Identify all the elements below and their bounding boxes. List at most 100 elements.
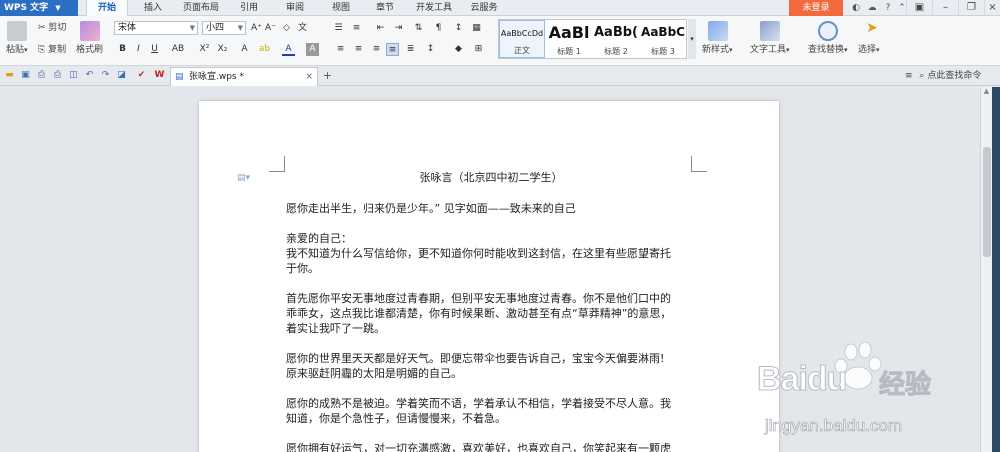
strikethrough-icon[interactable]: AB <box>168 43 188 56</box>
align-right-icon[interactable]: ≡ <box>370 43 383 56</box>
save-icon[interactable]: ▣ <box>20 70 31 81</box>
paste-button[interactable]: 粘贴▾ <box>6 44 28 56</box>
distributed-icon[interactable]: ≣ <box>404 43 417 56</box>
open-folder-icon[interactable]: ▬ <box>4 70 15 81</box>
format-painter-icon[interactable] <box>80 21 100 41</box>
tab-sections[interactable]: 章节 <box>370 0 400 16</box>
scroll-up-icon[interactable]: ▲ <box>981 87 992 95</box>
grow-font-icon[interactable]: A⁺ <box>250 22 263 35</box>
text-tools-button[interactable]: 文字工具▾ <box>750 44 790 56</box>
line-spacing-icon[interactable]: ↕ <box>452 22 465 35</box>
char-shading-icon[interactable]: A <box>306 43 319 56</box>
font-name-select[interactable]: 宋体 ▼ <box>114 21 198 35</box>
close-icon[interactable]: × <box>305 68 313 86</box>
document-line[interactable]: 于你。 <box>286 261 696 276</box>
new-style-icon[interactable] <box>708 21 728 41</box>
cut-button[interactable]: ✂ 剪切 <box>38 22 66 34</box>
document-line[interactable]: 愿你走出半生，归来仍是少年。” 见字如面——致未来的自己 <box>286 201 696 216</box>
scrollbar-thumb[interactable] <box>983 147 991 257</box>
document-tab[interactable]: ▤ 张咏宣.wps * × <box>170 67 318 86</box>
styles-scroll-icon[interactable]: ▾ <box>688 19 696 59</box>
shrink-font-icon[interactable]: A⁻ <box>264 22 277 35</box>
close-icon[interactable]: × <box>984 0 1000 16</box>
style-normal[interactable]: AaBbCcDd 正文 <box>499 20 545 58</box>
new-tab-icon[interactable]: + <box>322 70 333 81</box>
phonetic-icon[interactable]: 文 <box>296 22 309 35</box>
table-borders-icon[interactable]: ⊞ <box>472 43 485 56</box>
export-icon[interactable]: ⎙ <box>36 70 47 81</box>
document-line[interactable]: 乖乖女，这点我比谁都清楚，你有时候果断、激动甚至有点“草莽精神”的意思， <box>286 306 696 321</box>
clear-format-icon[interactable]: ◇ <box>280 22 293 35</box>
tab-cloud[interactable]: 云服务 <box>466 0 502 16</box>
text-tools-icon[interactable] <box>760 21 780 41</box>
copy-button[interactable]: ⎘ 复制 <box>38 44 66 56</box>
document-title[interactable]: 张咏言（北京四中初二学生） <box>286 170 696 185</box>
pin-icon[interactable]: ✔ <box>136 70 147 81</box>
document-line[interactable]: 知道，你是个急性子，但请慢慢来，不着急。 <box>286 411 696 426</box>
align-center-icon[interactable]: ≡ <box>352 43 365 56</box>
minimize-icon[interactable]: – <box>932 0 958 16</box>
tab-page-layout[interactable]: 页面布局 <box>180 0 222 16</box>
cursor-select-icon[interactable]: ➤ <box>864 21 880 40</box>
style-heading-1[interactable]: AaBl 标题 1 <box>546 20 592 58</box>
superscript-icon[interactable]: X² <box>198 43 211 56</box>
font-size-select[interactable]: 小四 ▼ <box>202 21 246 35</box>
tab-review[interactable]: 审阅 <box>280 0 310 16</box>
highlight-icon[interactable]: ab <box>258 43 271 56</box>
document-line[interactable]: 首先愿你平安无事地度过青春期，但别平安无事地度过青春。你不是他们口中的 <box>286 291 696 306</box>
subscript-icon[interactable]: X₂ <box>216 43 229 56</box>
show-marks-icon[interactable]: ¶ <box>432 22 445 35</box>
print-preview-icon[interactable]: ◫ <box>68 70 79 81</box>
document-line[interactable]: 原来驱赶阴霾的太阳是明媚的自己。 <box>286 366 696 381</box>
align-left-icon[interactable]: ≡ <box>334 43 347 56</box>
numbering-icon[interactable]: ≡ <box>350 22 363 35</box>
vertical-scrollbar[interactable]: ▲ <box>980 87 992 452</box>
underline-icon[interactable]: U <box>148 43 161 56</box>
document-line[interactable]: 愿你的世界里天天都是好天气。即便忘带伞也要告诉自己，宝宝今天偏要淋雨! <box>286 351 696 366</box>
paragraph-shading-icon[interactable]: ◆ <box>452 43 465 56</box>
sort-icon[interactable]: ⇅ <box>412 22 425 35</box>
help-icon[interactable]: ? <box>882 2 894 14</box>
wps-logo-icon[interactable]: W <box>154 70 165 81</box>
text-effect-icon[interactable]: A <box>238 43 251 56</box>
decrease-indent-icon[interactable]: ⇤ <box>374 22 387 35</box>
document-line[interactable]: 愿你拥有好运气，对一切充满感激，喜欢美好，也喜欢自己，你笑起来有一颗虎 <box>286 441 696 452</box>
tab-view[interactable]: 视图 <box>326 0 356 16</box>
restore-ribbon-icon[interactable]: ▣ <box>906 0 932 16</box>
tab-home[interactable]: 开始 <box>86 0 128 16</box>
bullets-icon[interactable]: ☰ <box>332 22 345 35</box>
italic-icon[interactable]: I <box>132 43 145 56</box>
find-command-box[interactable]: ≡ ⌕ 点此查找命令 <box>905 70 981 82</box>
find-replace-icon[interactable] <box>818 21 838 41</box>
skin-icon[interactable]: ◐ <box>850 2 862 14</box>
font-color-icon[interactable]: A <box>282 43 295 56</box>
select-button[interactable]: 选择▾ <box>858 44 880 56</box>
cloud-sync-icon[interactable]: ☁ <box>866 2 878 14</box>
line-spacing-2-icon[interactable]: ↕ <box>424 43 437 56</box>
tab-insert[interactable]: 插入 <box>138 0 168 16</box>
maximize-icon[interactable]: ❐ <box>958 0 984 16</box>
new-style-button[interactable]: 新样式▾ <box>702 44 733 56</box>
justify-icon[interactable]: ≡ <box>386 43 399 56</box>
borders-icon[interactable]: ▦ <box>470 22 483 35</box>
document-line[interactable]: 我不知道为什么写信给你，更不知道你何时能收到这封信，在这里有些愿望寄托 <box>286 246 696 261</box>
increase-indent-icon[interactable]: ⇥ <box>392 22 405 35</box>
tab-developer[interactable]: 开发工具 <box>412 0 456 16</box>
print-icon[interactable]: ⎙ <box>52 70 63 81</box>
bold-icon[interactable]: B <box>116 43 129 56</box>
paste-icon[interactable] <box>7 21 27 41</box>
document-line[interactable]: 着实让我吓了一跳。 <box>286 321 696 336</box>
undo-icon[interactable]: ↶ <box>84 70 95 81</box>
format-painter-button[interactable]: 格式刷 <box>76 44 103 56</box>
custom-icon[interactable]: ◪ <box>116 70 127 81</box>
find-replace-button[interactable]: 查找替换▾ <box>808 44 848 56</box>
tab-references[interactable]: 引用 <box>234 0 264 16</box>
app-menu-button[interactable]: WPS 文字 ▼ <box>0 0 78 16</box>
document-page[interactable]: ▤▾ 张咏言（北京四中初二学生） 愿你走出半生，归来仍是少年。” 见字如面——致… <box>199 101 779 452</box>
redo-icon[interactable]: ↷ <box>100 70 111 81</box>
paragraph-handle-icon[interactable]: ▤▾ <box>237 173 250 183</box>
login-button[interactable]: 未登录 <box>789 0 843 16</box>
document-line[interactable]: 亲爱的自己： <box>286 231 696 246</box>
style-heading-2[interactable]: AaBb( 标题 2 <box>593 20 639 58</box>
document-line[interactable]: 愿你的成熟不是被迫。学着笑而不语，学着承认不相信，学着接受不尽人意。我 <box>286 396 696 411</box>
